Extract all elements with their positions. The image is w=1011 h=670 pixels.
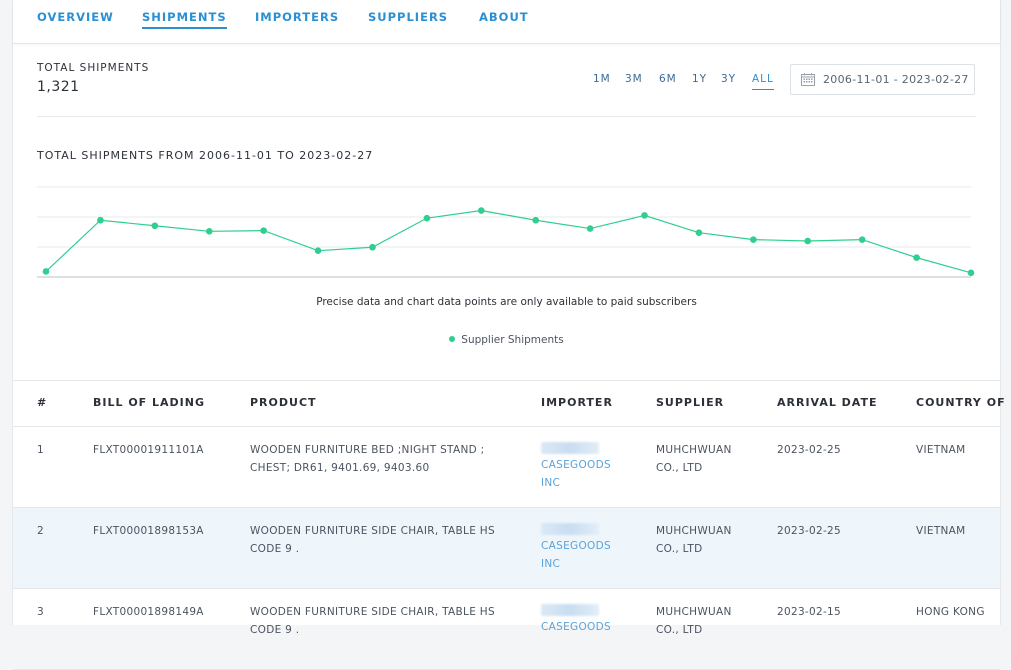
country: VIETNAM <box>916 525 966 537</box>
product-description: WOODEN FURNITURE BED ;NIGHT STAND ; CHES… <box>250 444 485 474</box>
supplier-name: MUHCHWUAN CO., LTD <box>656 525 732 555</box>
data-point[interactable] <box>967 269 975 277</box>
table-row[interactable]: 3 FLXT00001898149A WOODEN FURNITURE SIDE… <box>13 589 1000 670</box>
range-1m-button[interactable]: 1M <box>593 73 611 89</box>
shipments-card: OVERVIEW SHIPMENTS IMPORTERS SUPPLIERS A… <box>12 0 1005 670</box>
range-6m-button[interactable]: 6M <box>659 73 677 89</box>
legend-dot-icon <box>449 336 456 342</box>
importer-link[interactable]: CASEGOODS <box>541 603 641 636</box>
total-shipments-value: 1,321 <box>37 79 80 95</box>
country: HONG KONG <box>916 606 985 618</box>
bill-of-lading: FLXT00001911101A <box>93 444 204 456</box>
column-header-num[interactable]: # <box>37 396 47 409</box>
tab-overview[interactable]: OVERVIEW <box>37 10 114 27</box>
data-point[interactable] <box>695 229 703 236</box>
divider <box>13 380 1000 381</box>
importer-name-line1: CASEGOODS <box>541 540 611 552</box>
row-number: 2 <box>37 525 44 537</box>
importer-name-line1: CASEGOODS <box>541 459 611 471</box>
data-point[interactable] <box>477 207 485 214</box>
bill-of-lading: FLXT00001898149A <box>93 606 204 618</box>
data-point[interactable] <box>641 212 648 219</box>
table-row[interactable]: 1 FLXT00001911101A WOODEN FURNITURE BED … <box>13 427 1000 508</box>
tab-about[interactable]: ABOUT <box>479 10 529 27</box>
chart-title: TOTAL SHIPMENTS FROM 2006-11-01 TO 2023-… <box>37 149 374 162</box>
data-point[interactable] <box>151 222 159 230</box>
calendar-icon <box>801 73 815 86</box>
data-point[interactable] <box>260 227 267 234</box>
supplier-name: MUHCHWUAN CO., LTD <box>656 606 732 636</box>
data-point[interactable] <box>314 247 322 254</box>
total-shipments-label: TOTAL SHIPMENTS <box>37 62 150 74</box>
data-point[interactable] <box>750 236 757 243</box>
importer-link[interactable]: CASEGOODS INC <box>541 522 641 573</box>
redacted-name <box>541 523 599 535</box>
product-description: WOODEN FURNITURE SIDE CHAIR, TABLE HS CO… <box>250 606 495 636</box>
row-number: 3 <box>37 606 44 618</box>
arrival-date: 2023-02-25 <box>777 444 842 456</box>
column-header-supplier[interactable]: SUPPLIER <box>656 396 724 409</box>
shipments-line-chart <box>37 186 975 278</box>
redacted-name <box>541 442 599 454</box>
range-all-button[interactable]: ALL <box>752 73 774 90</box>
importer-name-line2: INC <box>541 477 561 489</box>
tab-suppliers[interactable]: SUPPLIERS <box>368 10 448 27</box>
series-line <box>45 209 972 274</box>
country: VIETNAM <box>916 444 966 456</box>
divider <box>37 116 976 117</box>
column-header-importer[interactable]: IMPORTER <box>541 396 613 409</box>
range-1y-button[interactable]: 1Y <box>692 73 707 89</box>
data-point[interactable] <box>586 225 594 232</box>
data-point[interactable] <box>42 268 50 275</box>
redacted-name <box>541 604 599 616</box>
data-point[interactable] <box>369 243 376 251</box>
table-row[interactable]: 2 FLXT00001898153A WOODEN FURNITURE SIDE… <box>13 508 1000 589</box>
column-header-bill-of-lading[interactable]: BILL OF LADING <box>93 396 205 409</box>
data-point[interactable] <box>858 236 866 243</box>
data-point[interactable] <box>423 214 431 222</box>
column-header-country[interactable]: COUNTRY OF <box>916 396 1006 409</box>
arrival-date: 2023-02-15 <box>777 606 842 618</box>
data-point[interactable] <box>97 216 104 224</box>
data-point[interactable] <box>804 237 812 245</box>
paid-subscriber-note: Precise data and chart data points are o… <box>316 296 697 308</box>
date-range-picker[interactable]: 2006-11-01 - 2023-02-27 <box>790 64 975 95</box>
bill-of-lading: FLXT00001898153A <box>93 525 204 537</box>
data-point[interactable] <box>532 216 540 224</box>
supplier-name: MUHCHWUAN CO., LTD <box>656 444 732 474</box>
column-header-arrival-date[interactable]: ARRIVAL DATE <box>777 396 877 409</box>
top-nav: OVERVIEW SHIPMENTS IMPORTERS SUPPLIERS A… <box>13 0 1000 44</box>
importer-name-line2: INC <box>541 558 561 570</box>
range-3y-button[interactable]: 3Y <box>721 73 736 89</box>
arrival-date: 2023-02-25 <box>777 525 842 537</box>
column-header-product[interactable]: PRODUCT <box>250 396 317 409</box>
data-point[interactable] <box>205 228 213 235</box>
data-point[interactable] <box>913 254 920 261</box>
importer-name-line1: CASEGOODS <box>541 621 611 633</box>
product-description: WOODEN FURNITURE SIDE CHAIR, TABLE HS CO… <box>250 525 495 555</box>
legend-label: Supplier Shipments <box>461 334 564 346</box>
chart-legend[interactable]: Supplier Shipments <box>13 334 1000 346</box>
date-range-value: 2006-11-01 - 2023-02-27 <box>823 73 969 86</box>
importer-link[interactable]: CASEGOODS INC <box>541 441 641 492</box>
row-number: 1 <box>37 444 44 456</box>
tab-importers[interactable]: IMPORTERS <box>255 10 339 27</box>
range-3m-button[interactable]: 3M <box>625 73 643 89</box>
tab-shipments[interactable]: SHIPMENTS <box>142 10 227 29</box>
